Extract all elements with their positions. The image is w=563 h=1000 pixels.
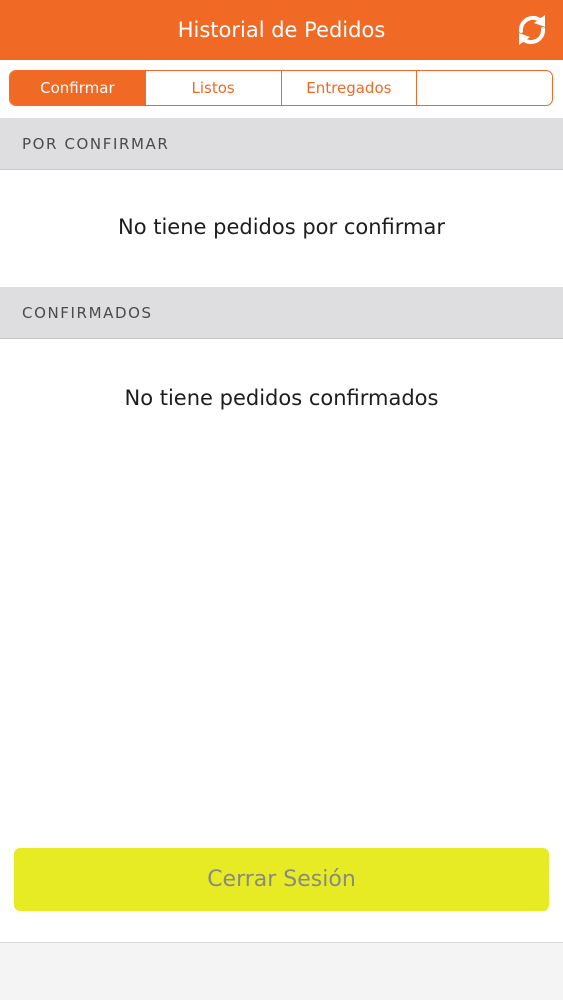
tab-empty[interactable] — [417, 71, 552, 105]
logout-button[interactable]: Cerrar Sesión — [14, 848, 549, 911]
empty-message-pending: No tiene pedidos por confirmar — [118, 215, 445, 239]
refresh-icon[interactable] — [512, 10, 552, 50]
bottom-bar — [0, 942, 563, 1000]
section-header-confirmed: CONFIRMADOS — [0, 287, 563, 339]
tab-listos[interactable]: Listos — [146, 71, 282, 105]
tab-entregados[interactable]: Entregados — [282, 71, 418, 105]
tab-confirmar[interactable]: Confirmar — [10, 71, 146, 105]
section-title-confirmed: CONFIRMADOS — [22, 304, 153, 322]
empty-message-confirmed: No tiene pedidos confirmados — [124, 386, 439, 410]
section-header-pending: POR CONFIRMAR — [0, 118, 563, 170]
app-header: Historial de Pedidos — [0, 0, 563, 60]
section-title-pending: POR CONFIRMAR — [22, 135, 170, 153]
order-status-tabs: Confirmar Listos Entregados — [9, 70, 553, 106]
page-title: Historial de Pedidos — [177, 18, 386, 42]
